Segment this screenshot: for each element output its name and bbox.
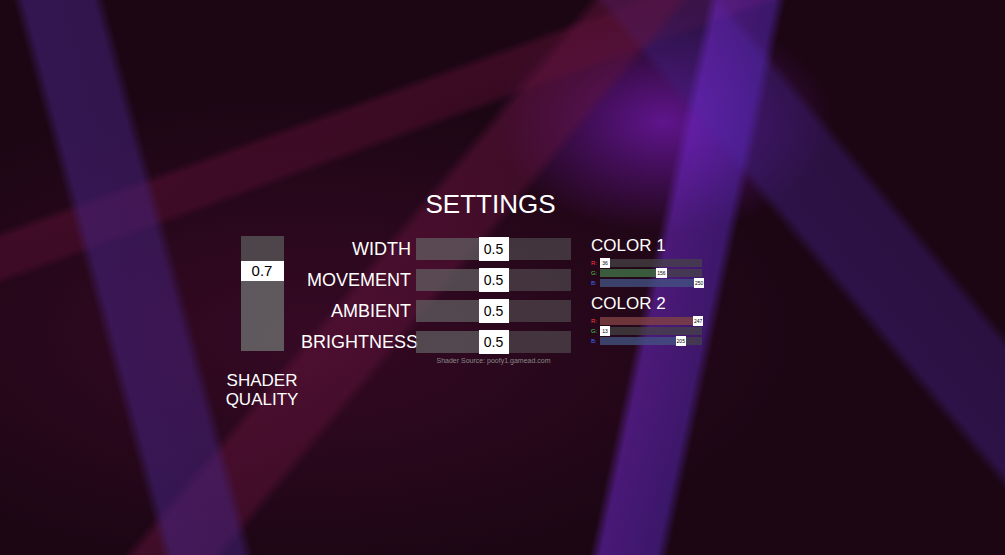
- slider-row: MOVEMENT 0.5: [301, 267, 571, 293]
- slider-handle[interactable]: 0.5: [479, 237, 509, 261]
- channel-handle[interactable]: 13: [600, 326, 610, 336]
- channel-handle[interactable]: 205: [676, 336, 686, 346]
- slider-handle[interactable]: 0.5: [479, 268, 509, 292]
- shader-quality: 0.7 SHADER QUALITY: [225, 236, 299, 409]
- slider-track[interactable]: 0.5: [416, 300, 571, 322]
- channel-handle[interactable]: 250: [694, 278, 704, 288]
- slider-track[interactable]: 0.5: [416, 269, 571, 291]
- channel-row: R: 247: [591, 316, 702, 326]
- channel-row: B: 205: [591, 336, 702, 346]
- color-group: COLOR 2R:247G:13B:205: [591, 294, 702, 346]
- settings-screen: SETTINGS0.7SHADER QUALITYWIDTH0.5MOVEMEN…: [0, 0, 1005, 555]
- channel-handle[interactable]: 156: [656, 268, 666, 278]
- shader-quality-slider[interactable]: 0.7: [241, 236, 284, 351]
- settings-title: SETTINGS: [425, 188, 555, 220]
- channel-fill: [600, 337, 681, 345]
- channel-row: G: 156: [591, 268, 702, 278]
- channel-slider[interactable]: 13: [600, 327, 702, 335]
- color-label: COLOR 2: [591, 294, 702, 314]
- slider-track[interactable]: 0.5: [416, 331, 571, 353]
- channel-slider[interactable]: 247: [600, 317, 702, 325]
- slider-row: BRIGHTNESS 0.5: [301, 329, 571, 355]
- channel-slider[interactable]: 156: [600, 269, 702, 277]
- channel-label: B:: [591, 337, 600, 345]
- channel-fill: [600, 269, 661, 277]
- slider-row: AMBIENT 0.5: [301, 298, 571, 324]
- channel-label: G:: [591, 327, 600, 335]
- channel-row: R:36: [591, 258, 702, 268]
- channel-handle[interactable]: 247: [693, 316, 703, 326]
- slider-label: BRIGHTNESS: [301, 331, 411, 353]
- slider-label: AMBIENT: [301, 300, 411, 322]
- color-label: COLOR 1: [591, 236, 702, 256]
- channel-label: R:: [591, 317, 600, 325]
- channel-row: B: 250: [591, 278, 702, 288]
- slider-label: MOVEMENT: [301, 269, 411, 291]
- channel-slider[interactable]: 36: [600, 259, 702, 267]
- slider-handle[interactable]: 0.5: [479, 299, 509, 323]
- channel-label: B:: [591, 279, 600, 287]
- channel-slider[interactable]: 205: [600, 337, 702, 345]
- color-group: COLOR 1 R:36G: 156 B: 250: [591, 236, 702, 288]
- slider-label: WIDTH: [301, 238, 411, 260]
- slider-track[interactable]: 0.5: [416, 238, 571, 260]
- channel-fill: [600, 317, 698, 325]
- settings-body: 0.7SHADER QUALITYWIDTH0.5MOVEMENT0.5AMBI…: [0, 236, 1005, 409]
- slider-handle[interactable]: 0.5: [479, 330, 509, 354]
- settings-panel: SETTINGS0.7SHADER QUALITYWIDTH0.5MOVEMEN…: [0, 0, 1005, 409]
- channel-fill: [600, 279, 699, 287]
- slider-list: WIDTH 0.5 MOVEMENT 0.5 AMBIENT 0.5 BRIGHTNESS 0…: [301, 236, 571, 365]
- color-settings: COLOR 1R:36G:156B:250COLOR 2R:247G:13B:2…: [591, 236, 702, 346]
- slider-fill: [241, 271, 284, 352]
- channel-slider[interactable]: 250: [600, 279, 702, 287]
- shader-quality-label: SHADER QUALITY: [222, 371, 302, 409]
- slider-handle[interactable]: 0.7: [241, 261, 284, 281]
- channel-label: R:: [591, 259, 600, 267]
- channel-row: G:13: [591, 326, 702, 336]
- channel-label: G:: [591, 269, 600, 277]
- channel-handle[interactable]: 36: [600, 258, 610, 268]
- shader-source: Shader Source: poofy1.gamead.com: [416, 356, 571, 365]
- slider-row: WIDTH 0.5: [301, 236, 571, 262]
